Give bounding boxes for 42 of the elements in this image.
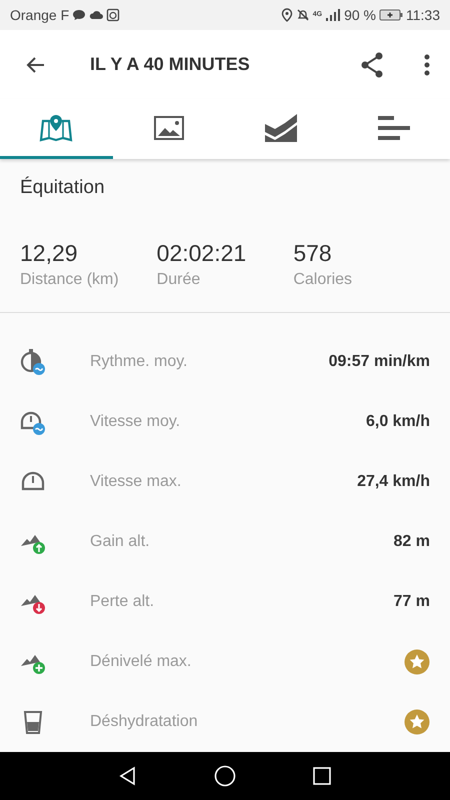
metric-label: Déshydratation	[90, 713, 199, 731]
home-nav-icon[interactable]	[214, 765, 236, 787]
recents-nav-icon[interactable]	[312, 766, 332, 786]
share-icon[interactable]	[360, 52, 384, 78]
summary-value: 02:02:21	[156, 240, 246, 267]
metric-value: 27,4 km/h	[357, 473, 430, 491]
star-badge-icon[interactable]	[404, 709, 430, 735]
battery-icon	[379, 8, 403, 21]
summary-label: Calories	[293, 271, 352, 289]
image-icon	[154, 116, 184, 140]
speedometer-icon	[20, 409, 46, 435]
metric-label: Vitesse max.	[90, 473, 182, 491]
metric-value: 6,0 km/h	[366, 413, 430, 431]
summary-label: Distance (km)	[20, 271, 119, 289]
metric-label: Vitesse moy.	[90, 413, 182, 431]
summary-value: 578	[293, 240, 332, 267]
star-badge-icon[interactable]	[404, 649, 430, 675]
signal-icon	[325, 8, 342, 22]
metric-value: 82 m	[394, 533, 430, 551]
battery-percent: 90 %	[344, 6, 376, 23]
summary-label: Durée	[156, 271, 200, 289]
more-options-icon[interactable]	[424, 54, 430, 76]
metric-label: Rythme. moy.	[90, 353, 188, 371]
chat-icon	[72, 8, 86, 21]
back-nav-icon[interactable]	[118, 766, 138, 786]
metric-value: 77 m	[394, 593, 430, 611]
clock: 11:33	[406, 6, 440, 23]
bar-list-icon	[378, 116, 410, 140]
metric-label: Dénivelé max.	[90, 653, 192, 671]
sport-name: Équitation	[19, 176, 106, 200]
page-title: IL Y A 40 MINUTES	[90, 54, 251, 76]
summary-value: 12,29	[20, 240, 78, 267]
map-pin-icon	[39, 114, 74, 142]
stopwatch-icon	[20, 349, 46, 375]
carrier-name: Orange F	[10, 6, 70, 23]
metric-value: 09:57 min/km	[328, 353, 430, 371]
metric-label: Gain alt.	[90, 533, 151, 551]
cloud-icon	[89, 10, 104, 20]
location-icon	[280, 8, 293, 22]
metric-label: Perte alt.	[90, 593, 156, 611]
mute-icon	[296, 8, 310, 22]
area-chart-icon	[264, 114, 298, 142]
